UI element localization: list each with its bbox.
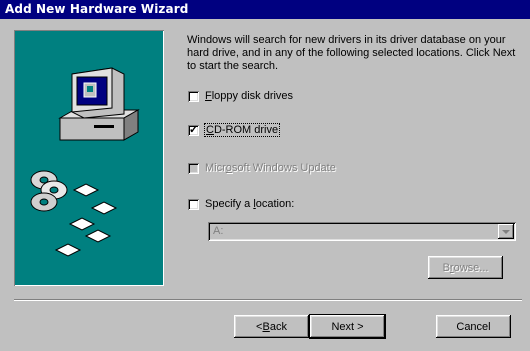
floppy-disk-drives-label: Floppy disk drives bbox=[205, 90, 294, 102]
location-value: A: bbox=[213, 225, 224, 237]
intro-text: Windows will search for new drivers in i… bbox=[187, 34, 516, 72]
windows-update-label: Microsoft Windows Update bbox=[205, 162, 336, 174]
chevron-down-icon bbox=[498, 224, 514, 239]
windows-update-checkbox bbox=[188, 162, 199, 174]
location-combobox: A: bbox=[208, 222, 516, 241]
windows-update-option: Microsoft Windows Update bbox=[188, 160, 336, 176]
specify-location-checkbox[interactable] bbox=[188, 198, 199, 210]
next-button[interactable]: Next > bbox=[310, 315, 385, 338]
checkmark-icon: ✓ bbox=[189, 123, 199, 136]
cd-rom-drive-checkbox[interactable]: ✓ bbox=[188, 123, 199, 136]
cd-rom-drive-label: CD-ROM drive bbox=[203, 123, 281, 137]
floppy-disk-drives-option[interactable]: Floppy disk drives bbox=[188, 88, 293, 104]
title-bar[interactable]: Add New Hardware Wizard bbox=[0, 0, 530, 19]
cd-rom-icon bbox=[30, 170, 68, 212]
cancel-button[interactable]: Cancel bbox=[436, 315, 511, 338]
cd-rom-drive-option[interactable]: ✓ CD-ROM drive bbox=[188, 122, 281, 138]
computer-icon bbox=[30, 67, 140, 257]
back-button[interactable]: < Back bbox=[234, 315, 309, 338]
floppy-disk-drives-checkbox[interactable] bbox=[188, 90, 199, 102]
wizard-illustration bbox=[14, 30, 164, 286]
divider bbox=[14, 299, 522, 301]
window-title: Add New Hardware Wizard bbox=[5, 2, 189, 16]
specify-location-label: Specify a location: bbox=[205, 198, 295, 210]
specify-location-option[interactable]: Specify a location: bbox=[188, 196, 294, 212]
browse-button: Br owse... bbox=[428, 256, 503, 279]
